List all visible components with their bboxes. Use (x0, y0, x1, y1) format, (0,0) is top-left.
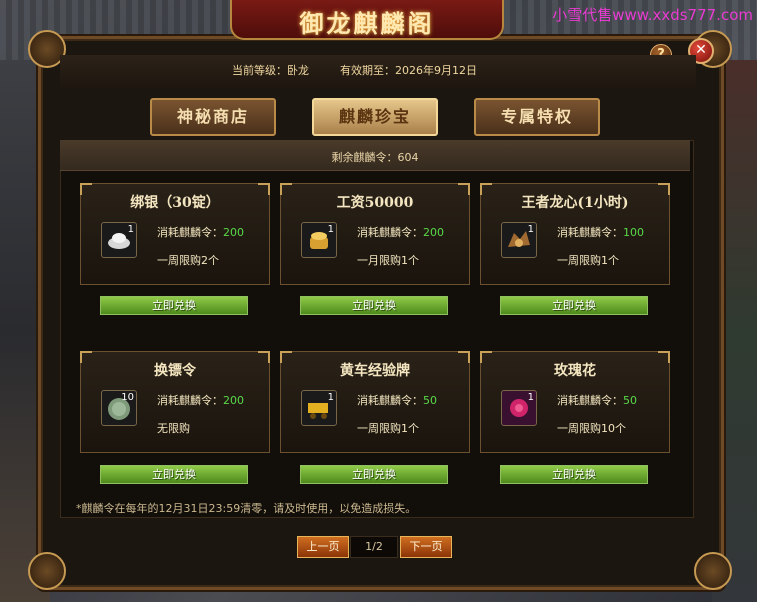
tab-qilin-treasure[interactable]: 麒麟珍宝 (312, 98, 438, 136)
escort-token-icon[interactable]: 10 (101, 390, 137, 426)
shop-item-card: 王者龙心(1小时) 1 消耗麒麟令：100 一周限购1个 (480, 183, 670, 285)
silver-ingot-icon[interactable]: 1 (101, 222, 137, 258)
cost-prefix: 消耗麒麟令： (357, 394, 423, 407)
purchase-limit: 一周限购10个 (557, 422, 626, 435)
purchase-limit: 一周限购2个 (157, 254, 219, 267)
title-banner: 御龙麒麟阁 (230, 0, 504, 40)
remaining-tokens-bar: 剩余麒麟令：604 (60, 140, 690, 171)
cost-prefix: 消耗麒麟令： (357, 226, 423, 239)
item-cost: 消耗麒麟令：200 (157, 392, 244, 408)
item-name: 玫瑰花 (554, 363, 596, 379)
cost-value: 200 (223, 394, 244, 407)
next-page-button[interactable]: 下一页 (400, 536, 452, 558)
shop-item-card: 黄车经验牌 1 消耗麒麟令：50 一周限购1个 (280, 351, 470, 453)
frame-corner-ornament (28, 552, 66, 590)
item-cost: 消耗麒麟令：200 (157, 224, 244, 240)
cost-value: 200 (223, 226, 244, 239)
exchange-button[interactable]: 立即兑换 (100, 465, 248, 484)
item-name: 工资50000 (336, 195, 414, 211)
item-name: 绑银（30锭） (130, 195, 220, 211)
shop-item-card: 绑银（30锭） 1 消耗麒麟令：200 一周限购2个 (80, 183, 270, 285)
purchase-limit: 一周限购1个 (557, 254, 619, 267)
cost-value: 200 (423, 226, 444, 239)
exchange-button[interactable]: 立即兑换 (300, 296, 448, 315)
item-count: 1 (327, 224, 334, 235)
purchase-limit: 一月限购1个 (357, 254, 419, 267)
item-count: 1 (327, 392, 334, 403)
shop-item-card: 工资50000 1 消耗麒麟令：200 一月限购1个 (280, 183, 470, 285)
page-indicator: 1/2 (350, 536, 398, 558)
shop-item-card: 换镖令 10 消耗麒麟令：200 无限购 (80, 351, 270, 453)
purchase-limit: 无限购 (157, 422, 190, 435)
item-name: 王者龙心(1小时) (521, 195, 629, 211)
item-count: 1 (127, 224, 134, 235)
item-count: 10 (121, 392, 134, 403)
item-cost: 消耗麒麟令：200 (357, 224, 444, 240)
rose-icon[interactable]: 1 (501, 390, 537, 426)
item-cost: 消耗麒麟令：100 (557, 224, 644, 240)
tab-exclusive-privileges[interactable]: 专属特权 (474, 98, 600, 136)
exchange-button[interactable]: 立即兑换 (500, 465, 648, 484)
prev-page-button[interactable]: 上一页 (297, 536, 349, 558)
expiry-date: 有效期至：2026年9月12日 (340, 64, 477, 77)
cost-value: 50 (623, 394, 637, 407)
purchase-limit: 一周限购1个 (357, 422, 419, 435)
exchange-button[interactable]: 立即兑换 (100, 296, 248, 315)
frame-corner-ornament (694, 552, 732, 590)
item-count: 1 (527, 224, 534, 235)
cost-prefix: 消耗麒麟令： (557, 394, 623, 407)
tab-mystery-shop[interactable]: 神秘商店 (150, 98, 276, 136)
item-cost: 消耗麒麟令：50 (357, 392, 437, 408)
cost-value: 100 (623, 226, 644, 239)
item-count: 1 (527, 392, 534, 403)
dragon-heart-icon[interactable]: 1 (501, 222, 537, 258)
item-name: 黄车经验牌 (340, 363, 410, 379)
item-name: 换镖令 (154, 363, 196, 379)
window-title: 御龙麒麟阁 (299, 9, 435, 38)
item-cost: 消耗麒麟令：50 (557, 392, 637, 408)
exchange-button[interactable]: 立即兑换 (500, 296, 648, 315)
shop-item-card: 玫瑰花 1 消耗麒麟令：50 一周限购10个 (480, 351, 670, 453)
cost-prefix: 消耗麒麟令： (157, 394, 223, 407)
cost-value: 50 (423, 394, 437, 407)
current-level: 当前等级：卧龙 (232, 64, 309, 77)
cost-prefix: 消耗麒麟令： (157, 226, 223, 239)
exchange-button[interactable]: 立即兑换 (300, 465, 448, 484)
token-reset-note: *麒麟令在每年的12月31日23:59清零，请及时使用，以免造成损失。 (76, 502, 417, 515)
cost-prefix: 消耗麒麟令： (557, 226, 623, 239)
yellow-cart-exp-icon[interactable]: 1 (301, 390, 337, 426)
remaining-tokens: 剩余麒麟令：604 (331, 151, 419, 164)
watermark: 小雪代售www.xxds777.com (552, 6, 753, 24)
gold-pouch-icon[interactable]: 1 (301, 222, 337, 258)
